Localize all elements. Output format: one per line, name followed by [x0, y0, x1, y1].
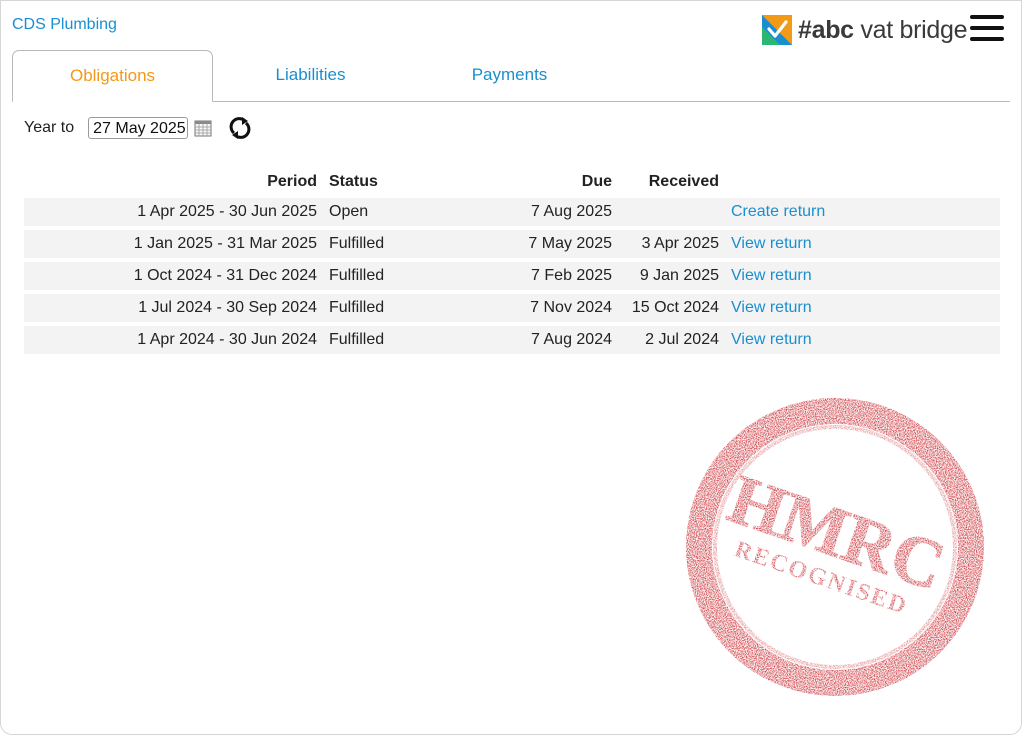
tab-liabilities[interactable]: Liabilities	[211, 50, 410, 100]
period-cell: 1 Apr 2024 - 30 Jun 2024	[24, 326, 317, 354]
due-cell: 7 May 2025	[461, 230, 612, 258]
action-cell: Create return	[719, 198, 1000, 226]
view-return-link[interactable]: View return	[731, 331, 812, 348]
table-row: 1 Jul 2024 - 30 Sep 2024 Fulfilled 7 Nov…	[24, 294, 1000, 322]
tab-payments[interactable]: Payments	[410, 50, 609, 100]
view-return-link[interactable]: View return	[731, 267, 812, 284]
action-cell: View return	[719, 326, 1000, 354]
tab-bar: Obligations Liabilities Payments	[12, 50, 1010, 102]
table-row: 1 Oct 2024 - 31 Dec 2024 Fulfilled 7 Feb…	[24, 262, 1000, 290]
company-name-link[interactable]: CDS Plumbing	[12, 16, 117, 34]
table-row: 1 Jan 2025 - 31 Mar 2025 Fulfilled 7 May…	[24, 230, 1000, 258]
obligations-table: Period Status Due Received 1 Apr 2025 - …	[24, 166, 1000, 358]
column-header-received: Received	[648, 173, 719, 190]
abc-vat-bridge-logo: #abc vat bridge	[762, 14, 968, 46]
received-cell: 15 Oct 2024	[612, 294, 719, 322]
column-header-period: Period	[267, 173, 317, 190]
action-cell: View return	[719, 230, 1000, 258]
status-cell: Open	[317, 198, 461, 226]
year-filter: Year to 27 May 2025	[24, 115, 252, 141]
column-header-action	[719, 170, 1000, 194]
calendar-icon[interactable]	[194, 119, 212, 137]
status-cell: Fulfilled	[317, 326, 461, 354]
refresh-icon[interactable]	[228, 116, 252, 140]
due-cell: 7 Feb 2025	[461, 262, 612, 290]
status-cell: Fulfilled	[317, 262, 461, 290]
create-return-link[interactable]: Create return	[731, 203, 825, 220]
due-cell: 7 Nov 2024	[461, 294, 612, 322]
logo-hash: #	[798, 15, 812, 44]
period-cell: 1 Jul 2024 - 30 Sep 2024	[24, 294, 317, 322]
table-row: 1 Apr 2024 - 30 Jun 2024 Fulfilled 7 Aug…	[24, 326, 1000, 354]
tab-obligations[interactable]: Obligations	[12, 50, 213, 102]
column-header-status: Status	[329, 173, 378, 190]
period-cell: 1 Jan 2025 - 31 Mar 2025	[24, 230, 317, 258]
due-cell: 7 Aug 2025	[461, 198, 612, 226]
table-header-row: Period Status Due Received	[24, 170, 1000, 194]
period-cell: 1 Apr 2025 - 30 Jun 2025	[24, 198, 317, 226]
received-cell: 2 Jul 2024	[612, 326, 719, 354]
received-cell: 3 Apr 2025	[612, 230, 719, 258]
view-return-link[interactable]: View return	[731, 235, 812, 252]
status-cell: Fulfilled	[317, 230, 461, 258]
hmrc-recognised-stamp: HMRC RECOGNISED	[686, 398, 984, 696]
received-cell: 9 Jan 2025	[612, 262, 719, 290]
table-row: 1 Apr 2025 - 30 Jun 2025 Open 7 Aug 2025…	[24, 198, 1000, 226]
logo-vat-bridge: vat bridge	[853, 15, 968, 44]
action-cell: View return	[719, 294, 1000, 322]
period-cell: 1 Oct 2024 - 31 Dec 2024	[24, 262, 317, 290]
action-cell: View return	[719, 262, 1000, 290]
logo-wordmark: #abc vat bridge	[798, 15, 968, 45]
logo-abc: abc	[811, 15, 854, 44]
view-return-link[interactable]: View return	[731, 299, 812, 316]
year-to-date-input[interactable]: 27 May 2025	[88, 117, 189, 139]
column-header-due: Due	[581, 173, 612, 190]
hamburger-menu-icon[interactable]	[970, 15, 1004, 45]
status-cell: Fulfilled	[317, 294, 461, 322]
received-cell	[612, 198, 719, 226]
year-to-label: Year to	[24, 119, 75, 136]
logo-mark-icon	[762, 15, 792, 45]
due-cell: 7 Aug 2024	[461, 326, 612, 354]
